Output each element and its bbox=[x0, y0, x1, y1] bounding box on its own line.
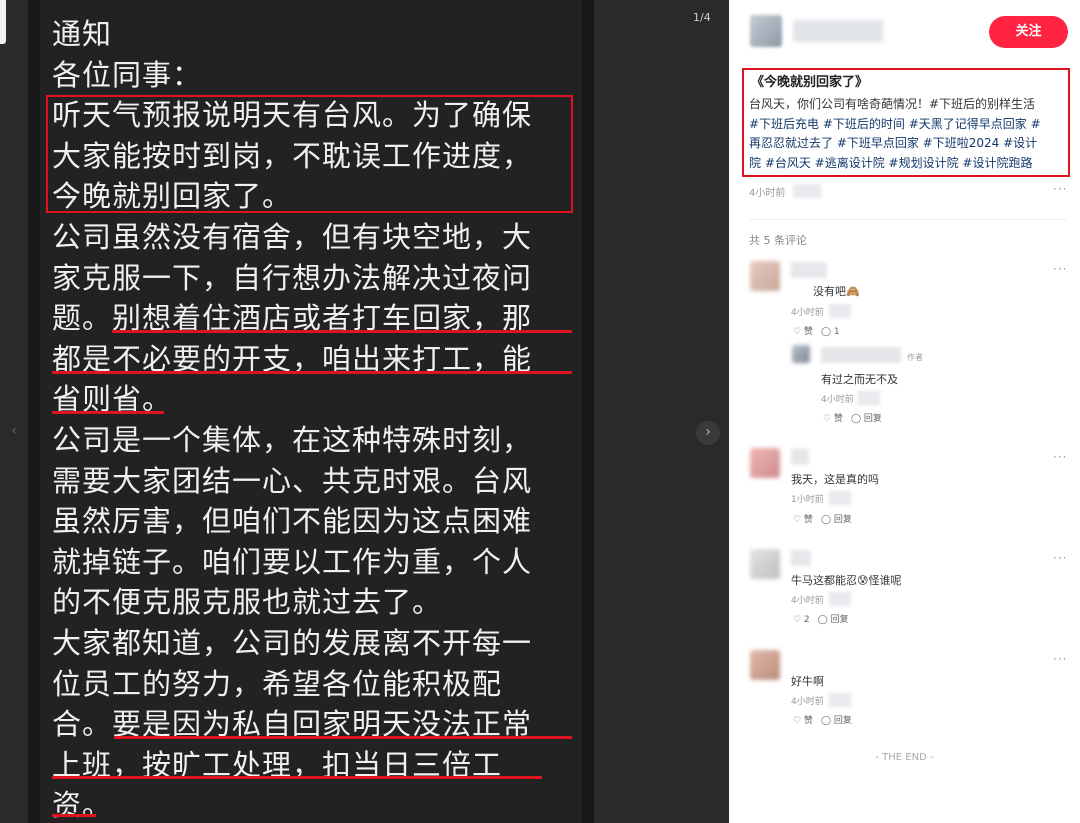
comment-avatar[interactable] bbox=[750, 650, 780, 680]
reply-button[interactable]: ◯ 回复 bbox=[818, 615, 849, 625]
post-body-line[interactable]: 院 #台风天 #逃离设计院 #规划设计院 #设计院跑路 bbox=[749, 154, 1065, 174]
notice-line: 需要大家团结一心、共克时艰。台风 bbox=[52, 463, 533, 498]
comment-location-blur bbox=[829, 304, 851, 318]
notice-line: 位员工的努力，希望各位能积极配 bbox=[52, 666, 503, 701]
close-tab[interactable] bbox=[0, 0, 6, 44]
highlight-box bbox=[46, 95, 573, 213]
comment-avatar[interactable] bbox=[750, 549, 780, 579]
comment-author-name[interactable] bbox=[791, 550, 811, 566]
notice-line: 的不便克服克服也就过去了。 bbox=[52, 585, 443, 620]
divider bbox=[749, 219, 1067, 220]
reply-avatar[interactable] bbox=[792, 345, 810, 363]
highlight-underline bbox=[52, 776, 542, 779]
comment-location-blur bbox=[829, 693, 851, 707]
page-indicator: 1/4 bbox=[693, 11, 711, 24]
author-name[interactable] bbox=[793, 20, 883, 42]
reply-author-name[interactable] bbox=[821, 347, 901, 363]
like-button[interactable]: ♡ 赞 bbox=[793, 327, 813, 337]
post-body-line: 台风天，你们公司有啥奇葩情况！#下班后的别样生活 bbox=[749, 97, 1036, 111]
comment-actions: ♡ 2 ◯ 回复 bbox=[793, 612, 857, 625]
notice-line: 各位同事： bbox=[52, 57, 203, 92]
notice-line: 大家都知道，公司的发展离不开每一 bbox=[52, 625, 533, 660]
notice-line: 虽然厉害，但咱们不能因为这点困难 bbox=[52, 504, 533, 539]
comment-actions: ♡ 赞 ◯ 回复 bbox=[793, 713, 860, 726]
comment-text: 好牛啊 bbox=[791, 675, 824, 688]
comments-count: 共 5 条评论 bbox=[749, 234, 807, 247]
post-time: 4小时前 bbox=[749, 188, 786, 199]
comment-time: 1小时前 bbox=[791, 495, 824, 505]
post-panel: 关注 《今晚就别回家了》 台风天，你们公司有啥奇葩情况！#下班后的别样生活 #下… bbox=[729, 0, 1080, 823]
author-tag: 作者 bbox=[907, 353, 923, 362]
comment-text: 有过之而无不及 bbox=[821, 373, 898, 386]
notice-line: 就掉链子。咱们要以工作为重，个人 bbox=[52, 544, 533, 579]
reply-button[interactable]: ◯ 回复 bbox=[821, 716, 852, 726]
comment-location-blur bbox=[829, 491, 851, 505]
comment-author-name[interactable] bbox=[791, 262, 827, 278]
comment-time: 4小时前 bbox=[821, 395, 854, 405]
highlight-underline bbox=[52, 411, 164, 414]
comment-time: 4小时前 bbox=[791, 596, 824, 606]
comment-avatar[interactable] bbox=[750, 448, 780, 478]
like-button[interactable]: ♡ 赞 bbox=[793, 515, 813, 525]
comment-text: 我天，这是真的吗 bbox=[791, 473, 879, 486]
comment-actions: ♡ 赞 ◯ 回复 bbox=[823, 411, 890, 424]
more-icon[interactable]: ··· bbox=[1053, 262, 1067, 276]
post-body-line[interactable]: #下班后充电 #下班后的时间 #天黑了记得早点回家 # bbox=[749, 115, 1065, 135]
next-image-icon[interactable]: › bbox=[696, 421, 720, 445]
highlight-underline bbox=[52, 814, 96, 817]
comment-text: 牛马这都能忍😰怪谁呢 bbox=[791, 574, 902, 587]
reply-button[interactable]: ◯ 1 bbox=[821, 327, 840, 337]
the-end-label: - THE END - bbox=[875, 752, 934, 763]
comment-actions: ♡ 赞 ◯ 1 bbox=[793, 324, 848, 337]
notice-line: 公司虽然没有宿舍，但有块空地，大 bbox=[52, 219, 533, 254]
post-location-blur bbox=[793, 184, 821, 198]
highlight-underline bbox=[52, 371, 572, 374]
highlight-underline bbox=[112, 330, 572, 333]
prev-image-icon[interactable]: ‹ bbox=[2, 420, 26, 444]
reply-button[interactable]: ◯ 回复 bbox=[821, 515, 852, 525]
comment-time: 4小时前 bbox=[791, 697, 824, 707]
like-button[interactable]: ♡ 赞 bbox=[793, 716, 813, 726]
notice-line: 通知 bbox=[52, 17, 113, 51]
more-icon[interactable]: ··· bbox=[1053, 450, 1067, 464]
like-button[interactable]: ♡ 赞 bbox=[823, 414, 843, 424]
like-button[interactable]: ♡ 2 bbox=[793, 615, 810, 625]
post-body-line[interactable]: 再忍忍就过去了 #下班早点回家 #下班啦2024 #设计 bbox=[749, 134, 1065, 154]
comment-actions: ♡ 赞 ◯ 回复 bbox=[793, 512, 860, 525]
comment-avatar[interactable] bbox=[750, 261, 780, 291]
notice-line: 资。 bbox=[52, 788, 113, 823]
reply-button[interactable]: ◯ 回复 bbox=[851, 414, 882, 424]
comment-location-blur bbox=[829, 592, 851, 606]
comment-time: 4小时前 bbox=[791, 308, 824, 318]
comment-author-name[interactable] bbox=[791, 449, 809, 465]
post-body: 台风天，你们公司有啥奇葩情况！#下班后的别样生活 #下班后充电 #下班后的时间 … bbox=[749, 95, 1065, 173]
comment-text: 没有吧🙈 bbox=[813, 285, 860, 298]
post-title: 《今晚就别回家了》 bbox=[751, 75, 869, 90]
notice-line: 公司是一个集体，在这种特殊时刻， bbox=[52, 422, 533, 457]
more-icon[interactable]: ··· bbox=[1053, 652, 1067, 666]
notice-line: 上班，按旷工处理，扣当日三倍工 bbox=[52, 747, 503, 782]
comment-location-blur bbox=[858, 391, 880, 405]
follow-button[interactable]: 关注 bbox=[989, 16, 1068, 48]
notice-line: 家克服一下，自行想办法解决过夜问 bbox=[52, 260, 533, 295]
more-icon[interactable]: ··· bbox=[1053, 551, 1067, 565]
image-viewer[interactable]: 通知 各位同事： 听天气预报说明天有台风。为了确保 大家能按时到岗，不耽误工作进… bbox=[0, 0, 729, 823]
highlight-underline bbox=[114, 736, 572, 739]
author-avatar[interactable] bbox=[750, 15, 782, 47]
more-icon[interactable]: ··· bbox=[1053, 182, 1067, 196]
